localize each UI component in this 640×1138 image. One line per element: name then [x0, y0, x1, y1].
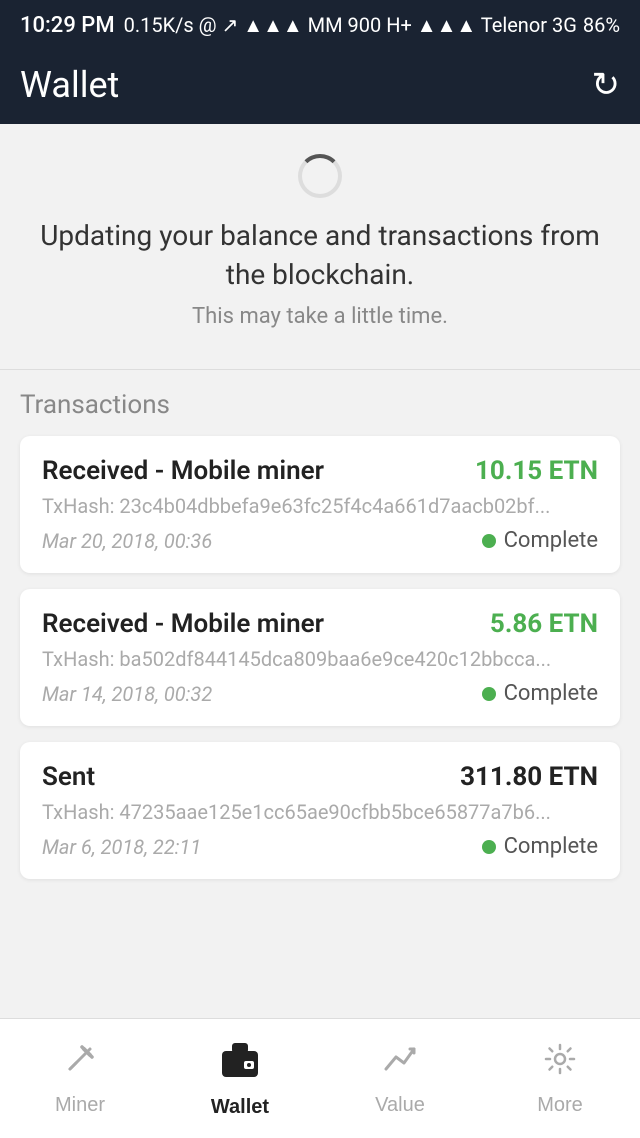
tx-type-1: Received - Mobile miner	[42, 456, 324, 486]
tx-date-1: Mar 20, 2018, 00:36	[42, 529, 212, 553]
status-time: 10:29 PM	[20, 13, 115, 38]
tx-type-3: Sent	[42, 762, 95, 792]
nav-label-more: More	[537, 1094, 583, 1117]
loading-spinner	[298, 154, 342, 198]
tx-status-3: Complete	[482, 834, 598, 859]
tx-hash-3: TxHash: 47235aae125e1cc65ae90cfbb5bce658…	[42, 800, 598, 824]
status-dot-3	[482, 840, 496, 854]
wallet-icon	[218, 1039, 262, 1088]
status-network: 0.15K/s @ ↗ ▲▲▲ MM 900 H+ ▲▲▲ Telenor 3G	[124, 13, 577, 38]
tx-type-2: Received - Mobile miner	[42, 609, 324, 639]
status-battery: 86%	[583, 13, 620, 37]
nav-label-miner: Miner	[55, 1094, 105, 1117]
nav-item-value[interactable]: Value	[320, 1019, 480, 1138]
transaction-card-3[interactable]: Sent 311.80 ETN TxHash: 47235aae125e1cc6…	[20, 742, 620, 879]
chart-icon	[382, 1041, 418, 1086]
nav-label-wallet: Wallet	[211, 1096, 269, 1119]
nav-item-miner[interactable]: Miner	[0, 1019, 160, 1138]
tx-date-3: Mar 6, 2018, 22:11	[42, 835, 201, 859]
tx-status-2: Complete	[482, 681, 598, 706]
gear-icon	[542, 1041, 578, 1086]
sync-section: Updating your balance and transactions f…	[0, 124, 640, 349]
status-dot-2	[482, 687, 496, 701]
page-title: Wallet	[20, 64, 119, 106]
nav-label-value: Value	[375, 1094, 425, 1117]
nav-item-more[interactable]: More	[480, 1019, 640, 1138]
refresh-button[interactable]: ↻	[592, 65, 621, 105]
bottom-nav: Miner Wallet Value	[0, 1018, 640, 1138]
sync-message: Updating your balance and transactions f…	[40, 216, 600, 294]
sync-submessage: This may take a little time.	[192, 304, 448, 329]
tx-hash-2: TxHash: ba502df844145dca809baa6e9ce420c1…	[42, 647, 598, 671]
tx-amount-3: 311.80 ETN	[460, 762, 598, 792]
tx-status-1: Complete	[482, 528, 598, 553]
tx-hash-1: TxHash: 23c4b04dbbefa9e63fc25f4c4a661d7a…	[42, 494, 598, 518]
header: Wallet ↻	[0, 50, 640, 124]
tx-amount-1: 10.15 ETN	[475, 456, 598, 486]
tx-amount-2: 5.86 ETN	[490, 609, 598, 639]
nav-item-wallet[interactable]: Wallet	[160, 1019, 320, 1138]
status-bar: 10:29 PM 0.15K/s @ ↗ ▲▲▲ MM 900 H+ ▲▲▲ T…	[0, 0, 640, 50]
transaction-card-1[interactable]: Received - Mobile miner 10.15 ETN TxHash…	[20, 436, 620, 573]
transactions-section: Transactions Received - Mobile miner 10.…	[0, 370, 640, 1018]
pickaxe-icon	[62, 1041, 98, 1086]
status-right: 0.15K/s @ ↗ ▲▲▲ MM 900 H+ ▲▲▲ Telenor 3G…	[124, 13, 620, 38]
transactions-label: Transactions	[20, 390, 620, 420]
status-dot-1	[482, 534, 496, 548]
tx-date-2: Mar 14, 2018, 00:32	[42, 682, 212, 706]
transaction-card-2[interactable]: Received - Mobile miner 5.86 ETN TxHash:…	[20, 589, 620, 726]
